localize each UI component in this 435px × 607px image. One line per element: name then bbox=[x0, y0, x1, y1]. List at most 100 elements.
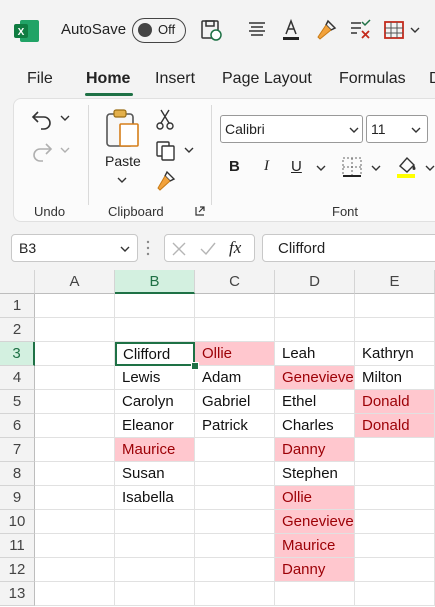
row-header-7[interactable]: 7 bbox=[0, 438, 35, 462]
format-painter-icon[interactable] bbox=[155, 170, 177, 192]
autosave-toggle[interactable]: Off bbox=[132, 18, 186, 43]
cell-c3[interactable]: Ollie bbox=[195, 342, 275, 366]
cell-e3[interactable]: Kathryn bbox=[355, 342, 435, 366]
cell-a2[interactable] bbox=[35, 318, 115, 342]
cancel-icon[interactable] bbox=[171, 241, 187, 257]
cell-e13[interactable] bbox=[355, 582, 435, 606]
cell-c2[interactable] bbox=[195, 318, 275, 342]
cell-a10[interactable] bbox=[35, 510, 115, 534]
redo-icon[interactable] bbox=[30, 140, 54, 162]
cell-e8[interactable] bbox=[355, 462, 435, 486]
cell-c1[interactable] bbox=[195, 294, 275, 318]
cell-c10[interactable] bbox=[195, 510, 275, 534]
cell-a4[interactable] bbox=[35, 366, 115, 390]
cut-icon[interactable] bbox=[155, 108, 175, 130]
cell-b11[interactable] bbox=[115, 534, 195, 558]
cell-d12[interactable]: Danny bbox=[275, 558, 355, 582]
row-header-12[interactable]: 12 bbox=[0, 558, 35, 582]
cell-a9[interactable] bbox=[35, 486, 115, 510]
underline-dropdown-icon[interactable] bbox=[316, 164, 326, 172]
cell-b9[interactable]: Isabella bbox=[115, 486, 195, 510]
row-header-10[interactable]: 10 bbox=[0, 510, 35, 534]
row-header-6[interactable]: 6 bbox=[0, 414, 35, 438]
cell-e7[interactable] bbox=[355, 438, 435, 462]
paste-label[interactable]: Paste bbox=[105, 153, 141, 169]
column-header-a[interactable]: A bbox=[35, 270, 115, 294]
fill-handle[interactable] bbox=[191, 362, 199, 370]
cell-c4[interactable]: Adam bbox=[195, 366, 275, 390]
cell-e12[interactable] bbox=[355, 558, 435, 582]
cell-d4[interactable]: Genevieve bbox=[275, 366, 355, 390]
cell-c12[interactable] bbox=[195, 558, 275, 582]
cell-d5[interactable]: Ethel bbox=[275, 390, 355, 414]
row-header-8[interactable]: 8 bbox=[0, 462, 35, 486]
borders-dropdown-icon[interactable] bbox=[371, 164, 381, 172]
cell-b8[interactable]: Susan bbox=[115, 462, 195, 486]
fill-dropdown-icon[interactable] bbox=[425, 164, 435, 172]
tab-file[interactable]: File bbox=[27, 70, 53, 88]
align-icon[interactable] bbox=[245, 18, 269, 42]
cell-e11[interactable] bbox=[355, 534, 435, 558]
cell-a6[interactable] bbox=[35, 414, 115, 438]
cell-e4[interactable]: Milton bbox=[355, 366, 435, 390]
dialog-launcher-icon[interactable] bbox=[195, 206, 205, 216]
cell-d2[interactable] bbox=[275, 318, 355, 342]
cell-b2[interactable] bbox=[115, 318, 195, 342]
cell-a1[interactable] bbox=[35, 294, 115, 318]
cell-e1[interactable] bbox=[355, 294, 435, 318]
cell-c13[interactable] bbox=[195, 582, 275, 606]
undo-icon[interactable] bbox=[30, 108, 54, 130]
cell-b10[interactable] bbox=[115, 510, 195, 534]
borders-icon[interactable] bbox=[341, 156, 363, 178]
copy-icon[interactable] bbox=[155, 140, 177, 162]
cell-d7[interactable]: Danny bbox=[275, 438, 355, 462]
cell-c11[interactable] bbox=[195, 534, 275, 558]
insert-function-icon[interactable]: fx bbox=[229, 238, 241, 258]
cell-b7[interactable]: Maurice bbox=[115, 438, 195, 462]
tab-data[interactable]: D bbox=[429, 70, 435, 88]
cell-e10[interactable] bbox=[355, 510, 435, 534]
worksheet-grid[interactable]: A B C D E 1 2 3 Clifford Ollie Leah Kathryn 4 Lewis Ad… bbox=[0, 270, 435, 607]
tab-page-layout[interactable]: Page Layout bbox=[222, 70, 312, 88]
cell-d1[interactable] bbox=[275, 294, 355, 318]
column-header-b[interactable]: B bbox=[115, 270, 195, 294]
cell-a5[interactable] bbox=[35, 390, 115, 414]
font-name-select[interactable]: Calibri bbox=[220, 115, 363, 143]
cell-d3[interactable]: Leah bbox=[275, 342, 355, 366]
bold-button[interactable]: B bbox=[229, 158, 240, 175]
fill-color-icon[interactable] bbox=[395, 154, 419, 180]
row-header-3[interactable]: 3 bbox=[0, 342, 35, 366]
cell-b12[interactable] bbox=[115, 558, 195, 582]
formula-input[interactable]: Clifford bbox=[262, 234, 435, 262]
cell-d13[interactable] bbox=[275, 582, 355, 606]
paste-icon[interactable] bbox=[104, 108, 142, 150]
cell-e9[interactable] bbox=[355, 486, 435, 510]
cell-e6[interactable]: Donald bbox=[355, 414, 435, 438]
column-header-d[interactable]: D bbox=[275, 270, 355, 294]
cell-c9[interactable] bbox=[195, 486, 275, 510]
row-header-4[interactable]: 4 bbox=[0, 366, 35, 390]
select-all-corner[interactable] bbox=[0, 270, 35, 294]
cell-c7[interactable] bbox=[195, 438, 275, 462]
cell-e2[interactable] bbox=[355, 318, 435, 342]
cell-b13[interactable] bbox=[115, 582, 195, 606]
cell-b4[interactable]: Lewis bbox=[115, 366, 195, 390]
cell-a13[interactable] bbox=[35, 582, 115, 606]
cell-a7[interactable] bbox=[35, 438, 115, 462]
cell-a8[interactable] bbox=[35, 462, 115, 486]
font-size-select[interactable]: 11 bbox=[366, 115, 428, 143]
cell-d10[interactable]: Genevieve bbox=[275, 510, 355, 534]
column-header-e[interactable]: E bbox=[355, 270, 435, 294]
cell-d9[interactable]: Ollie bbox=[275, 486, 355, 510]
undo-dropdown-icon[interactable] bbox=[60, 114, 70, 122]
copy-dropdown-icon[interactable] bbox=[184, 146, 194, 154]
save-sync-icon[interactable] bbox=[199, 18, 223, 42]
tab-formulas[interactable]: Formulas bbox=[339, 70, 406, 88]
grip-icon[interactable] bbox=[145, 238, 151, 258]
clear-formats-icon[interactable] bbox=[348, 18, 372, 42]
cell-c5[interactable]: Gabriel bbox=[195, 390, 275, 414]
row-header-2[interactable]: 2 bbox=[0, 318, 35, 342]
format-painter-icon[interactable] bbox=[314, 18, 338, 42]
cell-d6[interactable]: Charles bbox=[275, 414, 355, 438]
cell-c6[interactable]: Patrick bbox=[195, 414, 275, 438]
